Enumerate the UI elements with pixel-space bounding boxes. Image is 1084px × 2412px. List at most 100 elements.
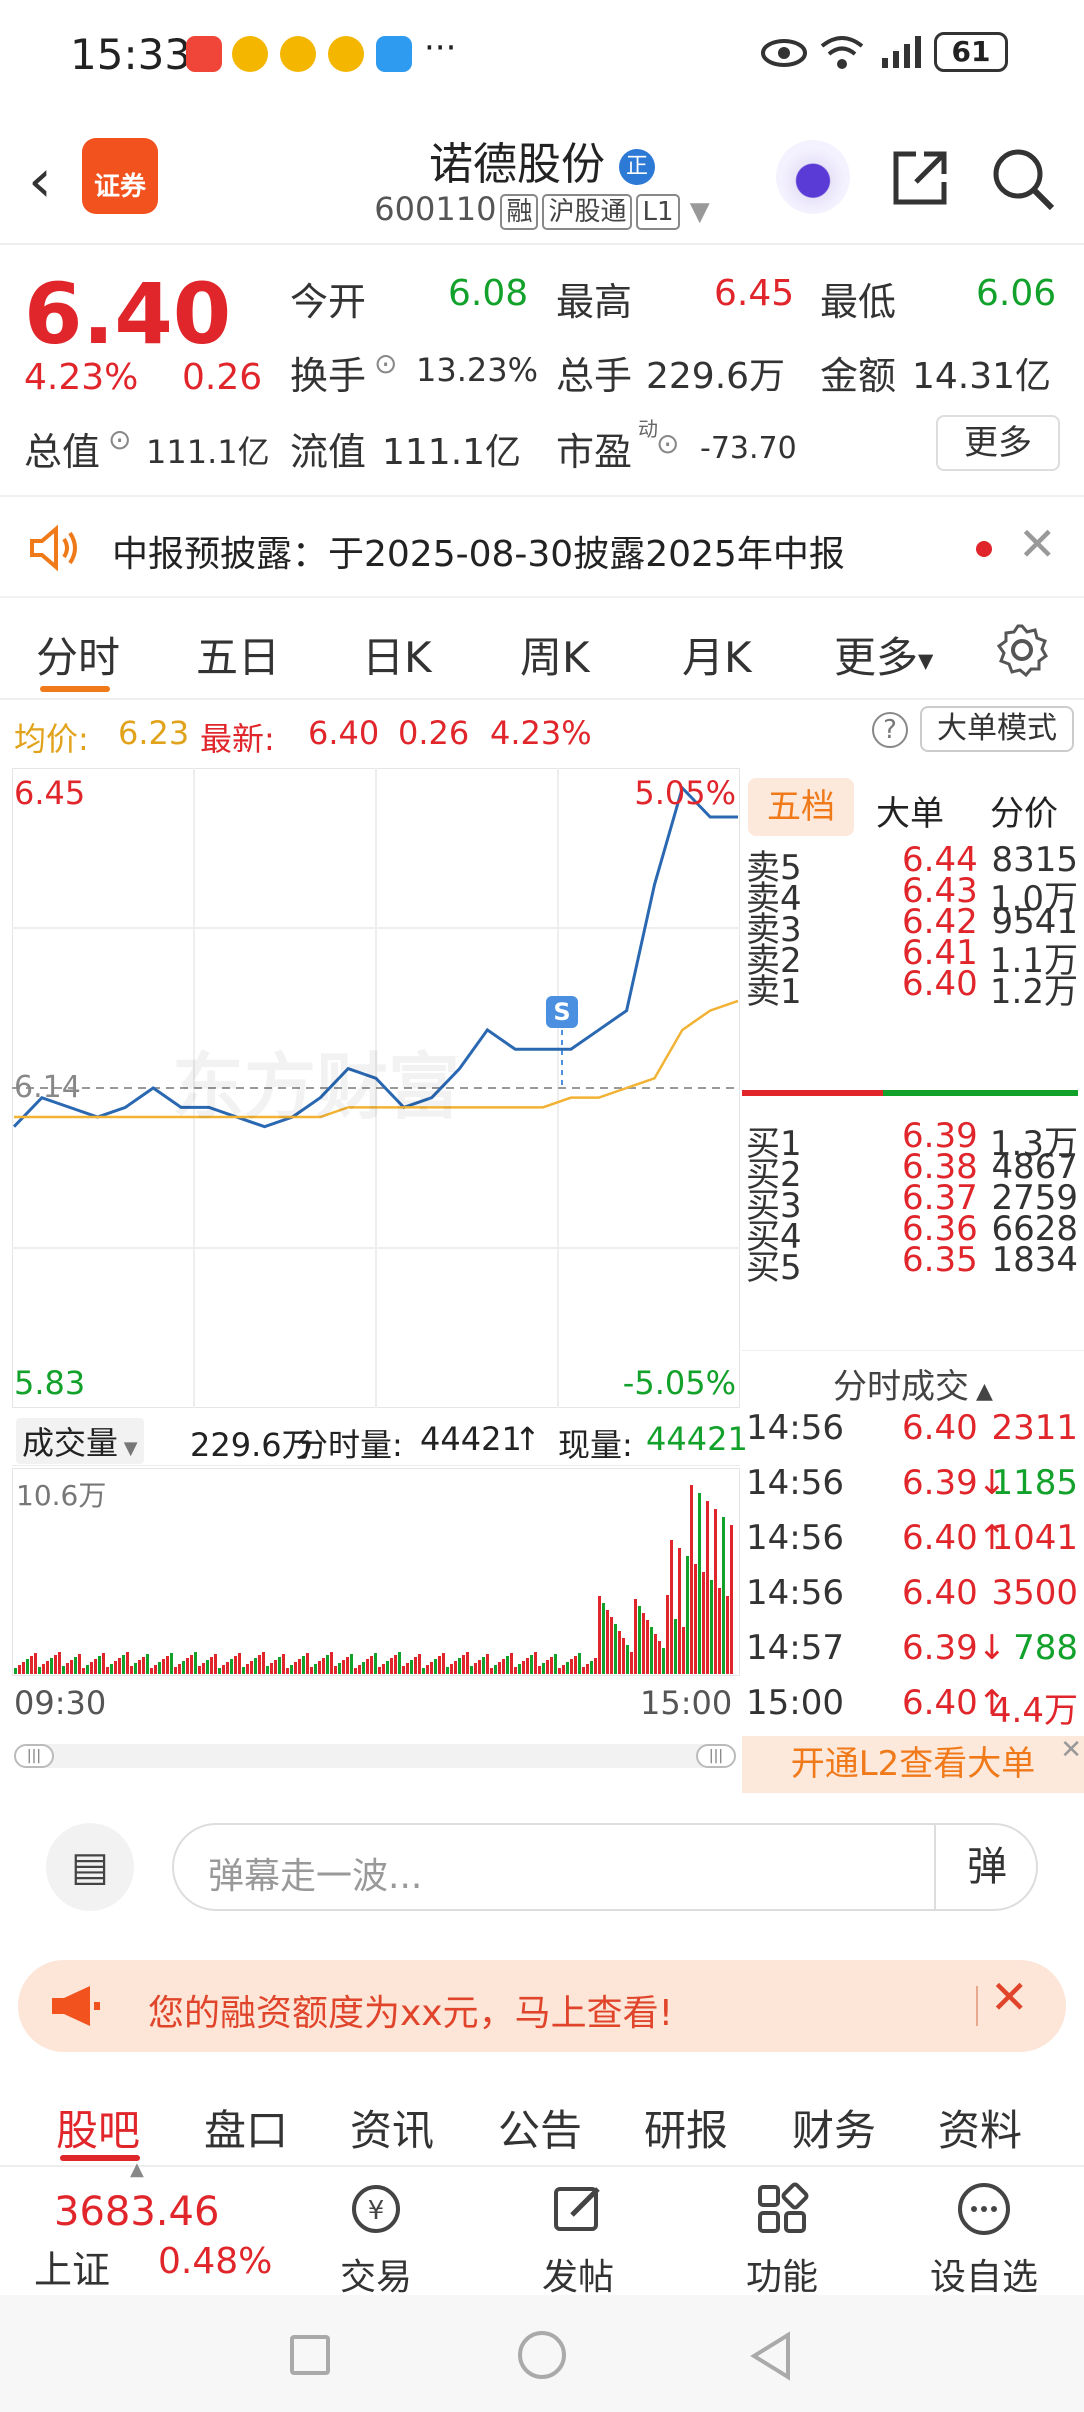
- volume-bar: [658, 1641, 661, 1674]
- float-label: 流值: [290, 430, 367, 474]
- volume-bar: [490, 1668, 493, 1674]
- volume-bar: [78, 1654, 81, 1674]
- tab-intraday[interactable]: 分时: [36, 624, 120, 685]
- tab-big-orders[interactable]: 大单: [876, 786, 944, 835]
- tab-price-dist[interactable]: 分价: [990, 786, 1058, 835]
- chart-scrollbar[interactable]: ||| |||: [14, 1744, 736, 1768]
- close-icon[interactable]: ✕: [990, 1970, 1029, 2024]
- scroll-handle-left[interactable]: |||: [14, 1744, 54, 1768]
- tab-guba[interactable]: 股吧: [56, 2097, 140, 2158]
- volume-bar: [326, 1655, 329, 1674]
- tab-five-day[interactable]: 五日: [196, 624, 280, 685]
- svg-text:¥: ¥: [368, 2196, 385, 2226]
- chevron-down-icon[interactable]: ▼: [690, 197, 710, 227]
- info-icon[interactable]: ⊙: [374, 347, 397, 380]
- volume-bar: [66, 1663, 69, 1674]
- tab-more[interactable]: 更多▼: [834, 624, 933, 685]
- now-volume-value: 44421: [646, 1420, 748, 1458]
- volume-bar: [322, 1658, 325, 1674]
- tab-handicap[interactable]: 盘口: [204, 2097, 288, 2158]
- index-value: 3683.46: [54, 2189, 220, 2235]
- avg-label: 均价:: [14, 720, 89, 758]
- danmaku-input[interactable]: 弹幕走一波... 弹: [172, 1823, 1038, 1911]
- trade-button[interactable]: ¥ 交易: [296, 2167, 456, 2300]
- volume-bar: [714, 1509, 717, 1674]
- volume-bar: [410, 1660, 413, 1674]
- info-icon[interactable]: ⊙: [656, 427, 679, 460]
- scroll-handle-right[interactable]: |||: [696, 1744, 736, 1768]
- open-label: 今开: [290, 280, 367, 324]
- margin-ad-banner[interactable]: 您的融资额度为xx元，马上查看! ✕: [18, 1960, 1066, 2052]
- volume-bar: [310, 1667, 313, 1674]
- change-value: 0.26: [182, 357, 263, 398]
- ask-row[interactable]: 卖1 6.40 1.2万: [742, 964, 1084, 1012]
- stock-code: 600110: [374, 190, 497, 228]
- recent-apps-icon[interactable]: [290, 2335, 330, 2375]
- volume-chart-svg[interactable]: [12, 1468, 740, 1676]
- robot-assistant-icon[interactable]: [776, 140, 850, 214]
- tab-research[interactable]: 研报: [644, 2097, 728, 2158]
- tab-monthly-k[interactable]: 月K: [682, 624, 752, 685]
- bid-row[interactable]: 买5 6.35 1834: [742, 1240, 1084, 1288]
- volume-bar: [102, 1653, 105, 1674]
- volume-bar: [726, 1596, 729, 1674]
- trades-header[interactable]: 分时成交 ▲: [742, 1350, 1084, 1408]
- volume-bar: [466, 1652, 469, 1674]
- volume-bar: [386, 1661, 389, 1674]
- volume-chart[interactable]: 10.6万: [12, 1468, 740, 1676]
- active-tab-indicator: [60, 2155, 140, 2161]
- close-icon[interactable]: ✕: [1018, 517, 1057, 571]
- volume-bar: [150, 1668, 153, 1674]
- big-order-mode-button[interactable]: 大单模式: [920, 706, 1074, 752]
- turnover-label: 换手: [290, 354, 367, 398]
- tab-profile[interactable]: 资料: [938, 2097, 1022, 2158]
- active-tab-indicator: [40, 686, 110, 692]
- tab-daily-k[interactable]: 日K: [362, 624, 432, 685]
- tab-finance[interactable]: 财务: [792, 2097, 876, 2158]
- volume-bar: [306, 1653, 309, 1674]
- volume-bar: [114, 1661, 117, 1674]
- comment-settings-icon[interactable]: ▤: [46, 1823, 134, 1911]
- intraday-chart[interactable]: 6.45 5.05% 6.14 5.83 -5.05% 东方财富 S: [12, 768, 740, 1408]
- tab-five-level[interactable]: 五档: [748, 778, 854, 836]
- volume-bar: [130, 1666, 133, 1674]
- danmaku-send-button[interactable]: 弹: [934, 1825, 1038, 1909]
- volume-bar: [530, 1655, 533, 1674]
- notice-bar[interactable]: 中报预披露：于2025-08-30披露2025年中报 ✕: [0, 495, 1084, 598]
- volume-bar: [566, 1662, 569, 1674]
- more-quote-button[interactable]: 更多: [936, 415, 1060, 471]
- search-icon[interactable]: [990, 146, 1056, 212]
- settings-gear-icon[interactable]: [994, 622, 1050, 678]
- volume-bar: [82, 1668, 85, 1674]
- pe-value: -73.70: [700, 431, 797, 466]
- volume-bar: [74, 1657, 77, 1674]
- share-icon[interactable]: [888, 146, 952, 210]
- tab-news[interactable]: 资讯: [350, 2097, 434, 2158]
- volume-bar: [666, 1595, 669, 1674]
- l2-banner[interactable]: 开通L2查看大单 ✕: [742, 1735, 1084, 1793]
- add-watchlist-button[interactable]: 设自选: [904, 2167, 1064, 2300]
- functions-button[interactable]: 功能: [702, 2167, 862, 2300]
- index-ticker[interactable]: ▲ 3683.46 上证 0.48%: [0, 2159, 300, 2297]
- back-nav-icon[interactable]: [748, 2331, 796, 2381]
- info-icon[interactable]: ⊙: [108, 423, 131, 456]
- volume-bar: [662, 1648, 665, 1674]
- volume-bar: [646, 1620, 649, 1674]
- volume-bar: [290, 1665, 293, 1674]
- close-icon[interactable]: ✕: [1060, 1722, 1082, 1779]
- trade-time: 15:00: [746, 1683, 844, 1723]
- pct-bottom-label: -5.05%: [622, 1364, 736, 1402]
- help-icon[interactable]: ?: [872, 712, 908, 748]
- stock-badge: 正: [619, 149, 655, 185]
- volume-selector[interactable]: 成交量 ▼: [16, 1418, 144, 1464]
- level-tag[interactable]: L1: [636, 194, 680, 230]
- signal-marker[interactable]: S: [546, 996, 578, 1028]
- tab-announcement[interactable]: 公告: [498, 2097, 582, 2158]
- tab-weekly-k[interactable]: 周K: [520, 624, 590, 685]
- post-button[interactable]: 发帖: [498, 2167, 658, 2300]
- volume-bar: [162, 1659, 165, 1674]
- volume-bar: [634, 1599, 637, 1674]
- home-icon[interactable]: [518, 2331, 566, 2379]
- volume-bar: [334, 1666, 337, 1674]
- volume-bar: [478, 1660, 481, 1674]
